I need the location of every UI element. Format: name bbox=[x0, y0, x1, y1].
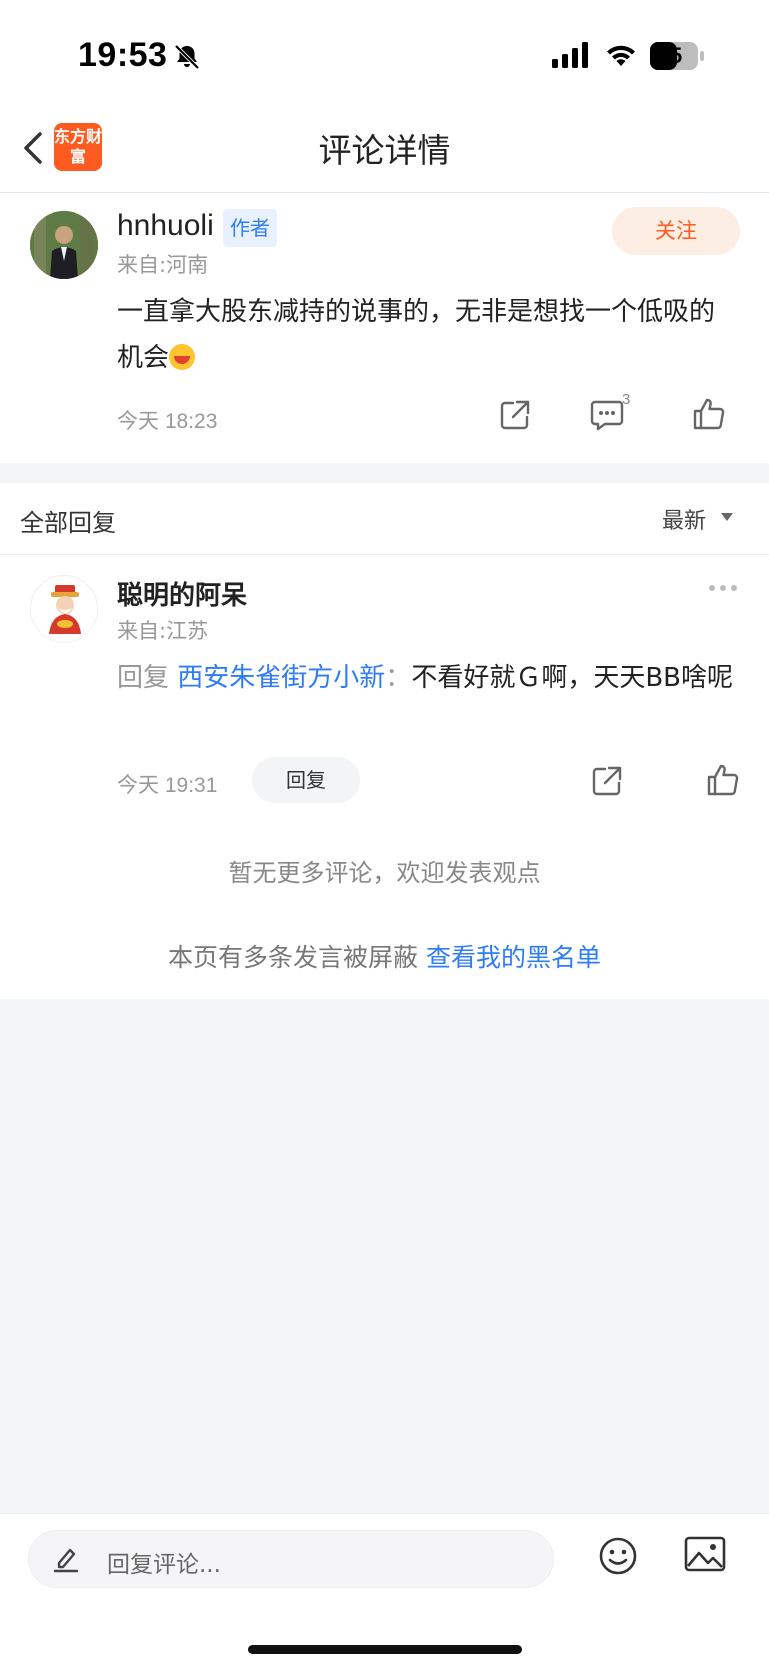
comment-body: 一直拿大股东减持的说事的，无非是想找一个低吸的机会 bbox=[117, 297, 716, 373]
comment-bubble-icon[interactable] bbox=[590, 399, 624, 431]
reply-location: 来自:江苏 bbox=[117, 619, 209, 643]
thumbs-up-icon[interactable] bbox=[706, 763, 740, 797]
input-placeholder: 回复评论... bbox=[107, 1552, 221, 1578]
author-location: 来自:河南 bbox=[117, 253, 209, 277]
replies-header: 全部回复 最新 bbox=[0, 483, 769, 555]
replies-section: 全部回复 最新 聪明的阿呆 来自:江苏 回复 西安朱雀街方小新：不看好就Ｇ啊，天… bbox=[0, 483, 769, 999]
reply-time: 今天 19:31 bbox=[117, 774, 218, 797]
reply-text: 回复 西安朱雀街方小新：不看好就Ｇ啊，天天BB啥呢 bbox=[117, 655, 737, 701]
wifi-icon bbox=[607, 45, 635, 66]
reply-prefix: 回复 bbox=[117, 663, 170, 693]
cellular-signal-icon bbox=[552, 42, 588, 68]
image-icon[interactable] bbox=[684, 1536, 726, 1574]
more-options-icon[interactable] bbox=[708, 583, 738, 593]
share-icon[interactable] bbox=[591, 765, 623, 797]
comment-time: 今天 18:23 bbox=[117, 410, 218, 433]
replies-title: 全部回复 bbox=[20, 509, 116, 537]
comment-count: 3 bbox=[622, 391, 631, 408]
nav-bar: 东方财富 评论详情 bbox=[0, 100, 769, 193]
home-indicator bbox=[248, 1645, 522, 1654]
pencil-icon bbox=[53, 1548, 79, 1573]
reply-body: 不看好就Ｇ啊，天天BB啥呢 bbox=[411, 663, 733, 693]
reply-input[interactable]: 回复评论... bbox=[28, 1530, 554, 1588]
blacklist-link[interactable]: 查看我的黑名单 bbox=[426, 943, 601, 972]
follow-button[interactable]: 关注 bbox=[612, 207, 740, 255]
reply-button[interactable]: 回复 bbox=[252, 757, 360, 803]
reply-colon: ： bbox=[385, 663, 412, 693]
page-title: 评论详情 bbox=[318, 131, 451, 170]
blocked-notice: 本页有多条发言被屏蔽 查看我的黑名单 bbox=[0, 938, 769, 974]
laughing-emoji-icon bbox=[169, 344, 196, 370]
no-more-comments: 暂无更多评论，欢迎发表观点 bbox=[228, 859, 541, 887]
thumbs-up-icon[interactable] bbox=[692, 397, 726, 431]
fortune-god-avatar-icon bbox=[31, 576, 97, 642]
comment-text: 一直拿大股东减持的说事的，无非是想找一个低吸的机会 bbox=[117, 289, 737, 381]
silent-bell-icon bbox=[174, 44, 200, 70]
reply-target-user[interactable]: 西安朱雀街方小新 bbox=[177, 663, 385, 693]
caret-down-icon[interactable] bbox=[721, 513, 733, 521]
battery-level: 55 bbox=[657, 43, 683, 68]
author-badge: 作者 bbox=[223, 209, 277, 247]
author-avatar[interactable] bbox=[30, 211, 98, 279]
author-name[interactable]: hnhuoli bbox=[117, 209, 214, 243]
status-time: 19:53 bbox=[78, 36, 168, 74]
reply-avatar[interactable] bbox=[30, 575, 98, 643]
person-photo-icon bbox=[30, 211, 98, 279]
reply-item: 聪明的阿呆 来自:江苏 回复 西安朱雀街方小新：不看好就Ｇ啊，天天BB啥呢 今天… bbox=[0, 555, 769, 805]
main-comment: hnhuoli 作者 关注 来自:河南 一直拿大股东减持的说事的，无非是想找一个… bbox=[0, 193, 769, 463]
status-bar: 19:53 55 bbox=[0, 0, 769, 100]
bottom-bar: 回复评论... bbox=[0, 1513, 769, 1665]
share-icon[interactable] bbox=[499, 399, 531, 431]
blocked-text: 本页有多条发言被屏蔽 bbox=[168, 943, 419, 972]
sort-dropdown[interactable]: 最新 bbox=[662, 503, 706, 535]
reply-author-name[interactable]: 聪明的阿呆 bbox=[117, 575, 247, 612]
emoji-icon[interactable] bbox=[598, 1536, 638, 1576]
